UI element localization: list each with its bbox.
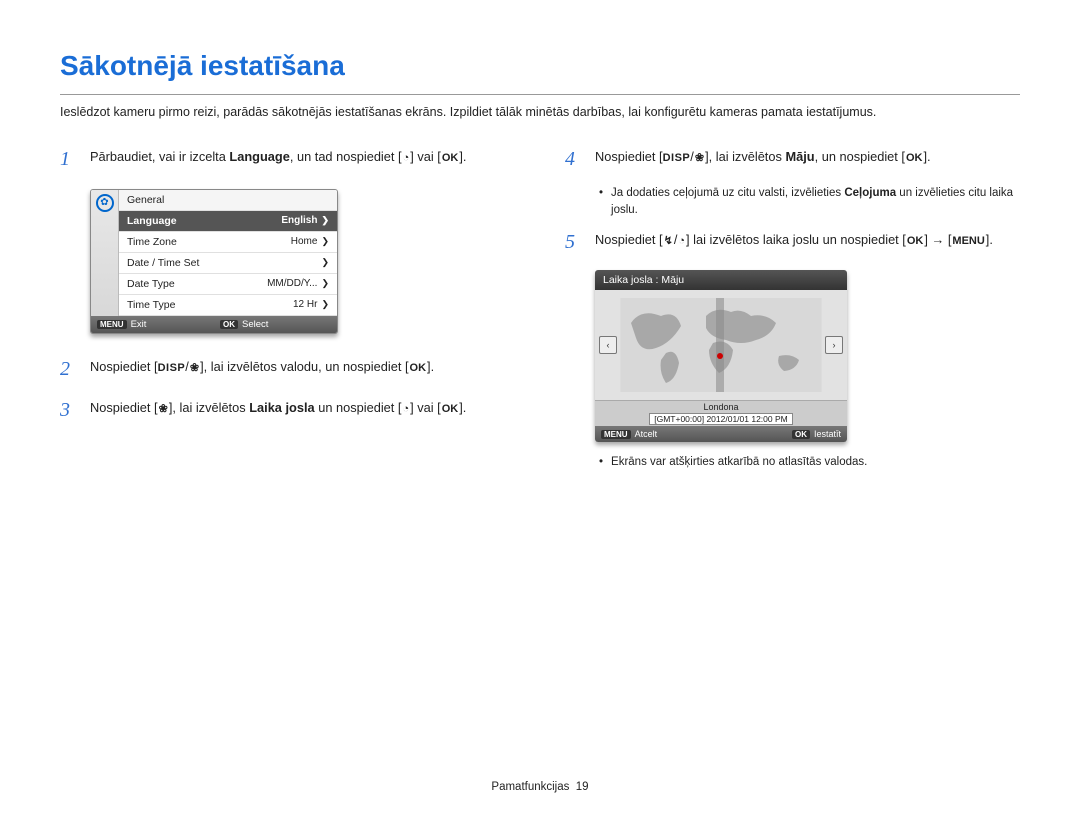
right-column: 4 Nospiediet [DISP/❀], lai izvēlētos Māj… — [565, 144, 1020, 480]
step-number: 3 — [60, 395, 76, 426]
map-footer: MENUAtcelt OKIestatīt — [595, 426, 847, 442]
divider — [60, 94, 1020, 95]
gear-icon: ✿ — [96, 194, 114, 212]
timezone-screenshot: Laika josla : Māju ‹ — [595, 270, 847, 442]
ok-icon: OK — [906, 235, 925, 247]
step-number: 5 — [565, 227, 581, 258]
map-header: Laika josla : Māju — [595, 270, 847, 290]
step-number: 4 — [565, 144, 581, 175]
disp-icon: DISP — [158, 362, 186, 374]
disp-icon: DISP — [663, 152, 691, 164]
step-5-bullet: • Ekrāns var atšķirties atkarībā no atla… — [565, 454, 1020, 471]
flower-icon: ❀ — [189, 362, 200, 374]
step-number: 1 — [60, 144, 76, 175]
page-footer: Pamatfunkcijas 19 — [0, 781, 1080, 793]
menu-button-icon: MENU — [97, 320, 127, 329]
ok-icon: OK — [409, 362, 428, 374]
step-2: 2 Nospiediet [DISP/❀], lai izvēlētos val… — [60, 354, 515, 385]
menu-button-icon: MENU — [601, 430, 631, 439]
settings-row-datetime: Date / Time Set ❯ — [119, 253, 337, 274]
ok-button-icon: OK — [792, 430, 810, 439]
settings-footer: MENUExit OKSelect — [91, 316, 337, 333]
chevron-right-icon: ❯ — [321, 236, 329, 247]
settings-row-timezone: Time Zone Home❯ — [119, 232, 337, 253]
map-prev-arrow: ‹ — [599, 336, 617, 354]
flash-icon: ↯ — [663, 235, 674, 247]
chevron-right-icon: ❯ — [321, 299, 329, 310]
world-map — [620, 298, 822, 392]
intro-text: Ieslēdzot kameru pirmo reizi, parādās sā… — [60, 103, 1020, 122]
ok-icon: OK — [441, 152, 460, 164]
timer-icon: ◔ — [402, 152, 411, 164]
step-1: 1 Pārbaudiet, vai ir izcelta Language, u… — [60, 144, 515, 175]
flower-icon: ❀ — [694, 152, 705, 164]
settings-sidebar: ✿ — [91, 190, 119, 316]
step-4: 4 Nospiediet [DISP/❀], lai izvēlētos Māj… — [565, 144, 1020, 175]
step-text: Nospiediet [❀], lai izvēlētos Laika josl… — [90, 395, 466, 418]
ok-icon: OK — [905, 152, 924, 164]
settings-header: General — [119, 190, 337, 211]
step-3: 3 Nospiediet [❀], lai izvēlētos Laika jo… — [60, 395, 515, 426]
page-title: Sākotnējā iestatīšana — [60, 50, 1020, 82]
step-text: Nospiediet [DISP/❀], lai izvēlētos Māju,… — [595, 144, 931, 167]
chevron-right-icon: ❯ — [321, 278, 329, 289]
step-text: Nospiediet [DISP/❀], lai izvēlētos valod… — [90, 354, 434, 377]
flower-icon: ❀ — [158, 403, 169, 415]
timer-icon: ◔ — [677, 235, 686, 247]
settings-row-datetype: Date Type MM/DD/Y...❯ — [119, 274, 337, 295]
map-caption: Londona [GMT+00:00] 2012/01/01 12:00 PM — [595, 400, 847, 426]
settings-screenshot: ✿ General Language English❯ Time Zone Ho… — [90, 189, 338, 334]
map-next-arrow: › — [825, 336, 843, 354]
ok-button-icon: OK — [220, 320, 238, 329]
menu-icon: MENU — [951, 235, 985, 247]
step-5: 5 Nospiediet [↯/◔] lai izvēlētos laika j… — [565, 227, 1020, 258]
left-column: 1 Pārbaudiet, vai ir izcelta Language, u… — [60, 144, 515, 480]
chevron-right-icon: ❯ — [321, 215, 329, 226]
step-text: Nospiediet [↯/◔] lai izvēlētos laika jos… — [595, 227, 993, 250]
step-number: 2 — [60, 354, 76, 385]
chevron-right-icon: ❯ — [321, 257, 329, 268]
timer-icon: ◔ — [401, 403, 410, 415]
step-text: Pārbaudiet, vai ir izcelta Language, un … — [90, 144, 466, 167]
settings-row-timetype: Time Type 12 Hr❯ — [119, 295, 337, 316]
step-4-bullet: • Ja dodaties ceļojumā uz citu valsti, i… — [565, 185, 1020, 220]
ok-icon: OK — [441, 403, 460, 415]
settings-row-language: Language English❯ — [119, 211, 337, 232]
